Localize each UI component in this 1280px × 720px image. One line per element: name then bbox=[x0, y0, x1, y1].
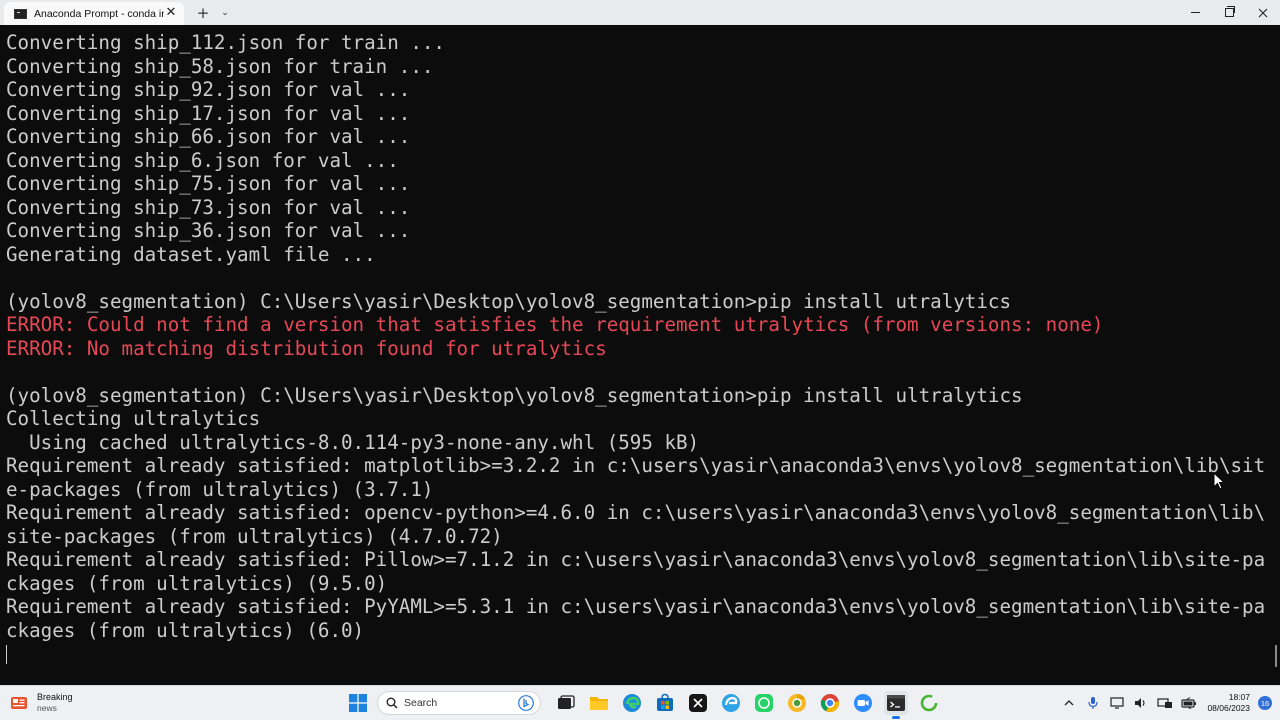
chrome-canary-browser-icon bbox=[787, 694, 806, 712]
network-icon bbox=[1157, 698, 1173, 708]
zoom-logo-icon bbox=[853, 694, 872, 712]
terminal-line: Converting ship_112.json for train ... bbox=[6, 31, 445, 54]
prompt-cursor-line[interactable] bbox=[6, 642, 1265, 666]
volume-button[interactable] bbox=[1133, 695, 1149, 711]
taskbar-search[interactable]: Search bbox=[377, 691, 541, 715]
terminal-line: (yolov8_segmentation) C:\Users\yasir\Des… bbox=[6, 383, 1023, 407]
clock[interactable]: 18:07 08/06/2023 bbox=[1207, 692, 1250, 714]
search-icon bbox=[386, 697, 398, 709]
tab-title: Anaconda Prompt - conda in bbox=[34, 7, 164, 20]
close-window-button[interactable] bbox=[1246, 0, 1280, 25]
terminal-line: Using cached ultralytics-8.0.114-py3-non… bbox=[6, 430, 700, 454]
edge-dev-icon[interactable] bbox=[719, 691, 743, 715]
chrome-canary-icon[interactable] bbox=[785, 691, 809, 715]
terminal-line: site-packages (from ultralytics) (4.7.0.… bbox=[6, 524, 503, 548]
terminal-line: (yolov8_segmentation) C:\Users\yasir\Des… bbox=[6, 289, 1012, 313]
microphone-button[interactable] bbox=[1085, 695, 1101, 711]
whatsapp-icon[interactable] bbox=[752, 691, 776, 715]
whatsapp-logo-icon bbox=[754, 694, 773, 712]
task-view-glyph bbox=[557, 695, 575, 709]
taskbar: Breaking news Search 18:07 08/06/2023 16 bbox=[0, 685, 1280, 720]
window-controls bbox=[1178, 0, 1280, 25]
store-icon[interactable] bbox=[653, 691, 677, 715]
terminal-lines: Converting ship_112.json for train ... Co… bbox=[6, 31, 1265, 666]
system-tray: 18:07 08/06/2023 16 bbox=[1057, 686, 1280, 720]
terminal-line: Requirement already satisfied: matplotli… bbox=[6, 454, 1266, 477]
terminal-line: ckages (from ultralytics) (9.5.0) bbox=[6, 571, 388, 595]
terminal-line: Converting ship_66.json for val ... bbox=[6, 125, 411, 148]
windows-icon bbox=[349, 694, 367, 712]
show-hidden-icons-button[interactable] bbox=[1061, 695, 1077, 711]
edge-dev-browser-icon bbox=[721, 694, 740, 712]
terminal-line: Converting ship_6.json for val ... bbox=[6, 148, 399, 172]
scrollbar[interactable] bbox=[1275, 645, 1277, 667]
mouse-pointer-icon bbox=[1213, 472, 1226, 490]
title-bar: Anaconda Prompt - conda in ✕ + ⌄ bbox=[0, 0, 1280, 25]
terminal-line: Converting ship_36.json for val ... bbox=[6, 219, 411, 242]
edge-icon[interactable] bbox=[620, 691, 644, 715]
maximize-button[interactable] bbox=[1212, 0, 1246, 25]
new-tab-button[interactable]: + bbox=[192, 1, 214, 24]
monitor-icon bbox=[1110, 697, 1125, 709]
windows-terminal-icon bbox=[886, 695, 905, 711]
chrome-icon[interactable] bbox=[818, 691, 842, 715]
terminal-line: Converting ship_92.json for val ... bbox=[6, 78, 411, 101]
microphone-icon bbox=[1088, 697, 1099, 709]
terminal-line: Requirement already satisfied: PyYAML>=5… bbox=[6, 595, 1266, 618]
clock-time: 18:07 bbox=[1228, 692, 1250, 702]
widget-title: Breaking bbox=[37, 692, 73, 702]
widget-subtitle: news bbox=[37, 703, 57, 713]
terminal-line: Requirement already satisfied: Pillow>=7… bbox=[6, 548, 1266, 571]
close-tab-icon[interactable]: ✕ bbox=[164, 6, 178, 20]
terminal-app-icon[interactable] bbox=[883, 691, 908, 719]
terminal-line: Converting ship_17.json for val ... bbox=[6, 101, 411, 125]
taskbar-center: Search bbox=[345, 686, 945, 720]
github-logo-icon bbox=[688, 694, 707, 712]
dropdown-button[interactable]: ⌄ bbox=[214, 1, 236, 24]
display-button[interactable] bbox=[1109, 695, 1125, 711]
start-button[interactable] bbox=[345, 690, 371, 716]
search-placeholder: Search bbox=[404, 697, 438, 709]
zoom-icon[interactable] bbox=[851, 691, 875, 715]
chevron-up-icon bbox=[1064, 700, 1074, 706]
terminal-icon bbox=[14, 8, 27, 19]
terminal-output[interactable]: Converting ship_112.json for train ... Co… bbox=[0, 25, 1280, 685]
terminal-line: Generating dataset.yaml file ... bbox=[6, 242, 376, 266]
terminal-line: Requirement already satisfied: opencv-py… bbox=[6, 501, 1266, 524]
terminal-line: Collecting ultralytics bbox=[6, 407, 261, 430]
minimize-icon bbox=[1190, 12, 1200, 13]
restore-icon bbox=[1224, 6, 1235, 17]
task-view-icon[interactable] bbox=[554, 691, 578, 715]
news-widget[interactable]: Breaking news bbox=[10, 689, 73, 717]
close-icon bbox=[1258, 8, 1268, 17]
edge-browser-icon bbox=[622, 694, 641, 712]
loader-app-icon[interactable] bbox=[917, 691, 941, 715]
file-explorer-icon[interactable] bbox=[587, 691, 611, 715]
folder-icon bbox=[589, 697, 608, 710]
bing-icon bbox=[518, 695, 534, 711]
text-cursor bbox=[6, 645, 7, 664]
battery-icon bbox=[1181, 697, 1197, 709]
terminal-line: Converting ship_58.json for train ... bbox=[6, 54, 434, 78]
chrome-browser-icon bbox=[820, 694, 839, 713]
battery-button[interactable] bbox=[1181, 695, 1197, 711]
terminal-error-line: ERROR: Could not find a version that sat… bbox=[6, 313, 1104, 336]
terminal-error-line: ERROR: No matching distribution found fo… bbox=[6, 336, 607, 360]
github-icon[interactable] bbox=[686, 691, 710, 715]
tab-anaconda-prompt[interactable]: Anaconda Prompt - conda in ✕ bbox=[4, 2, 184, 25]
terminal-line: Converting ship_73.json for val ... bbox=[6, 195, 411, 219]
clock-date: 08/06/2023 bbox=[1207, 703, 1250, 713]
terminal-line: e-packages (from ultralytics) (3.7.1) bbox=[6, 477, 434, 501]
green-ring-icon bbox=[920, 694, 937, 712]
speaker-icon bbox=[1135, 698, 1146, 708]
terminal-line: Converting ship_75.json for val ... bbox=[6, 172, 411, 195]
minimize-button[interactable] bbox=[1178, 0, 1212, 25]
network-button[interactable] bbox=[1157, 695, 1173, 711]
notification-badge[interactable]: 16 bbox=[1258, 696, 1272, 710]
microsoft-store-icon bbox=[656, 693, 673, 711]
terminal-line: ckages (from ultralytics) (6.0) bbox=[6, 618, 365, 642]
news-icon bbox=[11, 697, 27, 709]
